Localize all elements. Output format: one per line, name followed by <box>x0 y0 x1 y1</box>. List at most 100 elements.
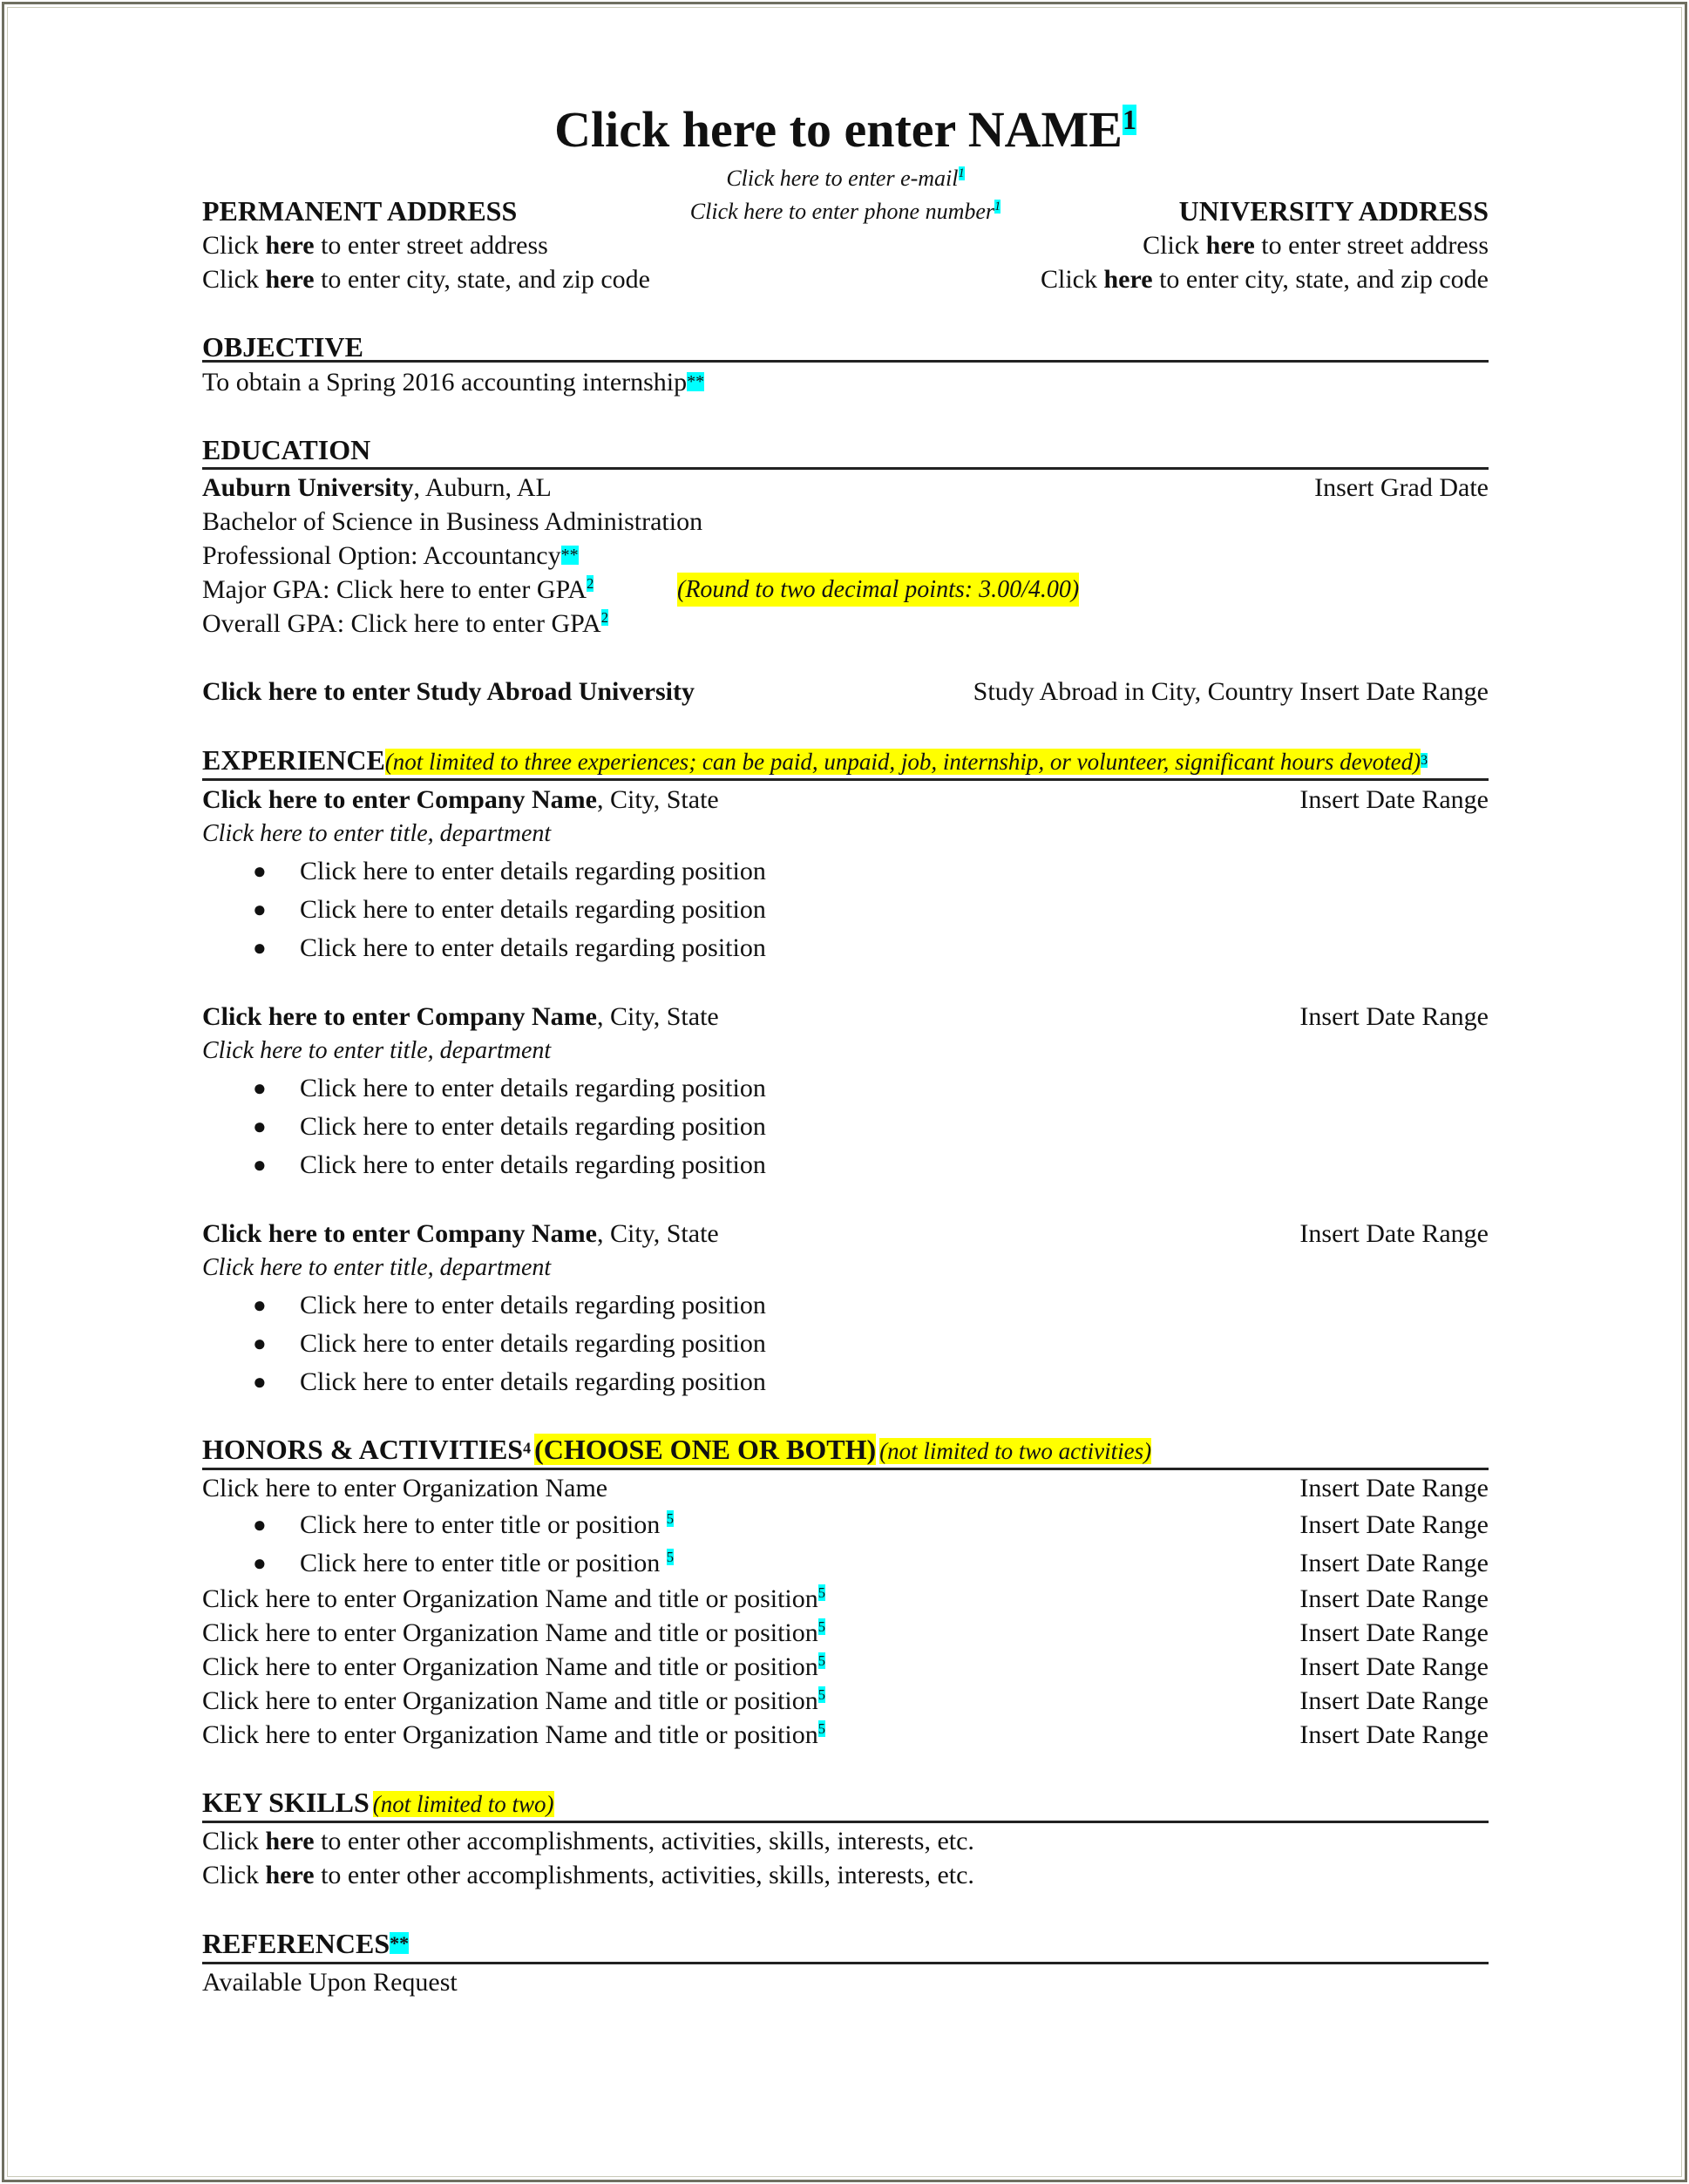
text: here <box>265 231 315 260</box>
date-range[interactable]: Insert Date Range <box>1299 783 1489 817</box>
school-line[interactable]: Auburn University, Auburn, AL <box>202 471 552 505</box>
bullet-icon: ● <box>253 1152 267 1177</box>
bullet-icon: ● <box>253 897 267 922</box>
date-range[interactable]: Insert Date Range <box>1299 1616 1489 1650</box>
name-text: Click here to enter NAME <box>554 101 1123 158</box>
footnote-marker: 2 <box>587 575 594 592</box>
permanent-street-field[interactable]: Click here to enter street address <box>202 228 548 262</box>
company-name: Click here to enter Company Name <box>202 1002 597 1031</box>
bullet-text: Click here to enter details regarding po… <box>300 1150 766 1179</box>
text: here <box>265 1827 315 1855</box>
email-text: Click here to enter e-mail <box>726 166 959 191</box>
bullet-icon: ● <box>253 1331 267 1356</box>
company-location: , City, State <box>597 1219 719 1248</box>
footnote-marker: 5 <box>817 1686 825 1703</box>
study-abroad-location-date[interactable]: Study Abroad in City, Country Insert Dat… <box>973 675 1489 709</box>
experience-hint: (not limited to three experiences; can b… <box>384 749 1421 775</box>
note-marker: ** <box>560 546 579 565</box>
company-name: Click here to enter Company Name <box>202 785 597 814</box>
school-location: , Auburn, AL <box>413 473 552 502</box>
job-title[interactable]: Click here to enter title, department <box>202 817 551 851</box>
organization-text: Click here to enter Organization Name an… <box>202 1584 818 1613</box>
organization-text: Click here to enter Organization Name an… <box>202 1618 818 1647</box>
skills-heading-line: KEY SKILLS (not limited to two) <box>202 1785 554 1826</box>
bullet-text: Click here to enter details regarding po… <box>300 1329 766 1358</box>
bullet-text: Click here to enter details regarding po… <box>300 1291 766 1319</box>
objective-text[interactable]: To obtain a Spring 2016 accounting inter… <box>202 365 705 399</box>
experience-heading: EXPERIENCE <box>202 744 385 776</box>
date-range[interactable]: Insert Date Range <box>1299 1684 1489 1718</box>
section-divider <box>202 778 1489 781</box>
organization-row[interactable]: Click here to enter Organization Name an… <box>202 1616 825 1650</box>
bullet-icon: ● <box>253 1075 267 1101</box>
footnote-marker: 1 <box>994 200 1001 214</box>
organization-name[interactable]: Click here to enter Organization Name <box>202 1471 607 1505</box>
text: to enter city, state, and zip code <box>1152 265 1489 294</box>
permanent-city-field[interactable]: Click here to enter city, state, and zip… <box>202 262 650 296</box>
date-range[interactable]: Insert Date Range <box>1299 1000 1489 1034</box>
date-range[interactable]: Insert Date Range <box>1299 1546 1489 1580</box>
text: here <box>265 265 315 294</box>
organization-row[interactable]: Click here to enter Organization Name an… <box>202 1650 825 1684</box>
company-line[interactable]: Click here to enter Company Name, City, … <box>202 1000 719 1034</box>
professional-option[interactable]: Professional Option: Accountancy** <box>202 539 579 573</box>
job-title[interactable]: Click here to enter title, department <box>202 1034 551 1068</box>
name-field[interactable]: Click here to enter NAME1 <box>202 99 1489 160</box>
degree[interactable]: Bachelor of Science in Business Administ… <box>202 505 702 539</box>
objective-heading: OBJECTIVE <box>202 331 363 363</box>
date-range[interactable]: Insert Date Range <box>1299 1582 1489 1616</box>
organization-date[interactable]: Insert Date Range <box>1299 1471 1489 1505</box>
references-heading: REFERENCES <box>202 1928 390 1959</box>
organization-row[interactable]: Click here to enter Organization Name an… <box>202 1582 825 1616</box>
section-divider <box>202 1468 1489 1470</box>
footnote-marker: 5 <box>817 1720 825 1737</box>
text: to enter other accomplishments, activiti… <box>314 1827 974 1855</box>
footnote-marker: 5 <box>817 1584 825 1601</box>
text: Major GPA: Click here to enter GPA <box>202 575 587 604</box>
text: to enter city, state, and zip code <box>314 265 650 294</box>
references-text[interactable]: Available Upon Request <box>202 1965 458 1999</box>
section-divider <box>202 360 1489 363</box>
text: Overall GPA: Click here to enter GPA <box>202 609 601 638</box>
date-range[interactable]: Insert Date Range <box>1299 1650 1489 1684</box>
company-line[interactable]: Click here to enter Company Name, City, … <box>202 1217 719 1251</box>
university-address-heading: UNIVERSITY ADDRESS <box>1178 195 1489 227</box>
company-line[interactable]: Click here to enter Company Name, City, … <box>202 783 719 817</box>
note-marker: ** <box>390 1932 410 1954</box>
skill-line[interactable]: Click here to enter other accomplishment… <box>202 1858 974 1892</box>
footnote-marker: 2 <box>600 609 608 626</box>
text: here <box>265 1861 315 1889</box>
university-street-field[interactable]: Click here to enter street address <box>1143 228 1489 262</box>
note-marker: ** <box>687 372 705 391</box>
bullet-icon: ● <box>253 1369 267 1394</box>
skill-line[interactable]: Click here to enter other accomplishment… <box>202 1824 974 1858</box>
position-text: Click here to enter title or position <box>300 1510 667 1539</box>
honors-hint: (not limited to two activities) <box>879 1438 1152 1464</box>
university-city-field[interactable]: Click here to enter city, state, and zip… <box>1041 262 1489 296</box>
study-abroad-university[interactable]: Click here to enter Study Abroad Univers… <box>202 675 695 709</box>
bullet-icon: ● <box>253 1512 267 1537</box>
education-heading: EDUCATION <box>202 434 371 465</box>
grad-date[interactable]: Insert Grad Date <box>1314 471 1489 505</box>
section-divider <box>202 1821 1489 1823</box>
organization-row[interactable]: Click here to enter Organization Name an… <box>202 1684 825 1718</box>
date-range[interactable]: Insert Date Range <box>1299 1217 1489 1251</box>
text: to enter street address <box>314 231 548 260</box>
date-range[interactable]: Insert Date Range <box>1299 1508 1489 1542</box>
phone-text: Click here to enter phone number <box>689 199 995 224</box>
major-gpa-field[interactable]: Major GPA: Click here to enter GPA2 <box>202 573 594 607</box>
footnote-marker: 5 <box>666 1510 674 1527</box>
text: To obtain a Spring 2016 accounting inter… <box>202 368 688 397</box>
job-title[interactable]: Click here to enter title, department <box>202 1251 551 1285</box>
text: Professional Option: Accountancy <box>202 541 561 570</box>
organization-row[interactable]: Click here to enter Organization Name an… <box>202 1718 825 1752</box>
footnote-marker: 1 <box>958 166 965 181</box>
school-name: Auburn University <box>202 473 414 502</box>
company-location: , City, State <box>597 785 719 814</box>
honors-heading: HONORS & ACTIVITIES <box>202 1434 524 1465</box>
bullet-text: Click here to enter details regarding po… <box>300 895 766 924</box>
email-field[interactable]: Click here to enter e-mail1 <box>202 164 1489 193</box>
overall-gpa-field[interactable]: Overall GPA: Click here to enter GPA2 <box>202 607 608 641</box>
choose-one-or-both: (CHOOSE ONE OR BOTH) <box>534 1434 877 1465</box>
date-range[interactable]: Insert Date Range <box>1299 1718 1489 1752</box>
